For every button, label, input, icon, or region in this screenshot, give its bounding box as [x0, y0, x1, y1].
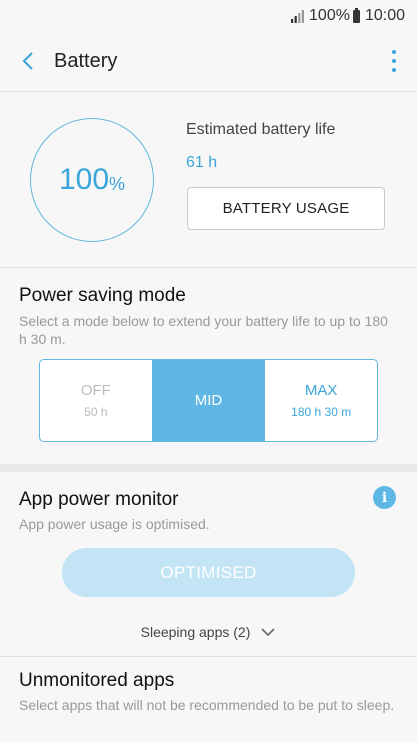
battery-usage-button[interactable]: BATTERY USAGE: [187, 187, 385, 230]
mode-value: 180 h 30 m: [291, 405, 352, 419]
battery-level-circle: 100 %: [30, 118, 154, 242]
sleeping-apps-toggle[interactable]: Sleeping apps (2): [0, 620, 417, 644]
mode-label: OFF: [80, 382, 111, 399]
battery-level-number: 100: [58, 163, 110, 196]
battery-level-unit: %: [109, 173, 126, 194]
mode-value: 50 h: [84, 405, 108, 419]
app-power-monitor-title: App power monitor: [19, 489, 179, 510]
estimated-life-value: 61 h: [186, 154, 218, 171]
info-icon[interactable]: i: [373, 486, 396, 509]
power-mode-selector: OFF 50 h MID MAX 180 h 30 m: [39, 359, 378, 442]
app-power-monitor-subtitle: App power usage is optimised.: [19, 516, 210, 532]
mode-mid[interactable]: MID: [151, 360, 265, 441]
battery-percent: 100%: [309, 7, 350, 24]
mode-label: MID: [194, 392, 223, 409]
battery-icon: [352, 7, 360, 23]
app-bar: Battery: [0, 32, 417, 90]
more-options-button[interactable]: [391, 50, 397, 72]
divider: [0, 91, 417, 92]
back-button[interactable]: [4, 32, 52, 90]
unmonitored-apps-title[interactable]: Unmonitored apps: [19, 670, 174, 692]
signal-icon: [291, 9, 305, 23]
clock: 10:00: [364, 7, 405, 24]
back-arrow-icon: [22, 52, 33, 70]
divider: [0, 656, 417, 657]
power-saving-description: Select a mode below to extend your batte…: [19, 313, 388, 347]
optimised-button[interactable]: OPTIMISED: [62, 548, 355, 597]
mode-label: MAX: [304, 382, 338, 399]
status-bar: 100% 10:00: [0, 0, 417, 32]
sleeping-apps-label: Sleeping apps (2): [140, 624, 251, 640]
mode-max[interactable]: MAX 180 h 30 m: [264, 360, 377, 441]
estimated-life-label: Estimated battery life: [186, 121, 336, 138]
divider: [0, 267, 417, 268]
page-title: Battery: [54, 49, 118, 72]
section-separator: [0, 464, 417, 472]
power-saving-title: Power saving mode: [19, 285, 186, 306]
unmonitored-apps-description: Select apps that will not be recommended…: [19, 697, 395, 713]
chevron-down-icon: [260, 627, 276, 637]
mode-off[interactable]: OFF 50 h: [40, 360, 152, 441]
more-vertical-icon: [392, 50, 396, 54]
